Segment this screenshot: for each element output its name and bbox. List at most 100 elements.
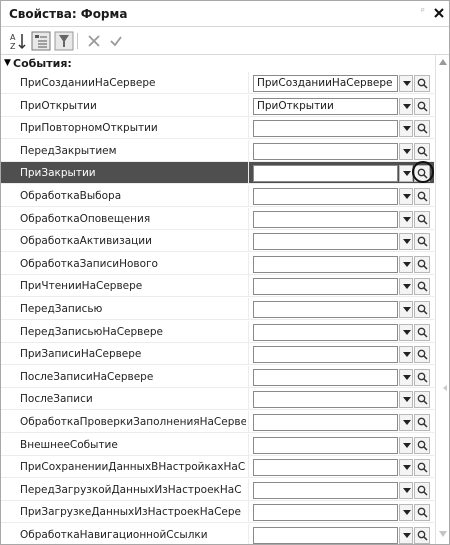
dropdown-button[interactable] [399, 143, 413, 160]
handler-input[interactable] [253, 233, 398, 250]
open-handler-button[interactable] [414, 324, 430, 341]
scroll-thumb[interactable] [438, 75, 447, 305]
property-row[interactable]: ОбработкаАктивизации [1, 230, 434, 252]
dropdown-button[interactable] [399, 188, 413, 205]
property-row[interactable]: ПриОткрытии ПриОткрытии [1, 95, 434, 117]
property-row[interactable]: ПриЗагрузкеДанныхИзНастроекНаСере [1, 501, 434, 523]
property-row[interactable]: ПослеЗаписиНаСервере [1, 366, 434, 388]
property-row[interactable]: ОбработкаВыбора [1, 185, 434, 207]
open-handler-button[interactable] [414, 211, 430, 228]
categories-icon[interactable] [30, 30, 52, 52]
handler-input[interactable]: ПриСозданииНаСервере [253, 75, 398, 92]
dropdown-button[interactable] [399, 301, 413, 318]
property-row[interactable]: ПриЧтенииНаСервере [1, 275, 434, 297]
dropdown-button[interactable] [399, 527, 413, 544]
dropdown-button[interactable] [399, 120, 413, 137]
handler-input[interactable] [253, 482, 398, 499]
open-handler-button[interactable] [414, 346, 430, 363]
dropdown-button[interactable] [399, 233, 413, 250]
handler-input[interactable]: ПриОткрытии [253, 98, 398, 115]
handler-input[interactable] [253, 324, 398, 341]
clear-icon[interactable] [83, 30, 105, 52]
property-row[interactable]: ПриЗаписиНаСервере [1, 343, 434, 365]
open-handler-button[interactable] [414, 369, 430, 386]
property-row[interactable]: ПриЗакрытии [1, 161, 434, 184]
property-row[interactable]: ПриСозданииНаСервере ПриСозданииНаСервере [1, 72, 434, 94]
dropdown-button[interactable] [399, 414, 413, 431]
open-handler-button[interactable] [414, 120, 430, 137]
dropdown-button[interactable] [399, 482, 413, 499]
handler-input[interactable] [253, 391, 398, 408]
property-row[interactable]: ПриСохраненииДанныхВНастройкахНаС [1, 456, 434, 478]
dropdown-button[interactable] [399, 75, 413, 92]
handler-input[interactable] [253, 346, 398, 363]
property-row[interactable]: ПередЗаписью [1, 298, 434, 320]
dropdown-button[interactable] [399, 459, 413, 476]
open-handler-button[interactable] [414, 414, 430, 431]
handler-input[interactable] [253, 120, 398, 137]
handler-input[interactable] [253, 256, 398, 273]
property-row[interactable]: ОбработкаЗаписиНового [1, 253, 434, 275]
vertical-scrollbar[interactable] [435, 55, 449, 544]
property-name: ОбработкаНавигационнойСсылки [20, 529, 208, 541]
collapse-arrow-icon[interactable]: ▼ [4, 58, 11, 68]
handler-input[interactable] [253, 527, 398, 544]
open-handler-button[interactable] [414, 391, 430, 408]
open-handler-button[interactable] [414, 527, 430, 544]
handler-input[interactable] [253, 437, 398, 454]
property-row[interactable]: ПередЗагрузкойДанныхИзНастроекНаС [1, 479, 434, 501]
scroll-up-arrow-icon[interactable] [439, 59, 447, 65]
handler-input[interactable] [253, 165, 398, 182]
open-handler-button[interactable] [414, 482, 430, 499]
property-row[interactable]: ВнешнееСобытие [1, 434, 434, 456]
dropdown-button[interactable] [399, 346, 413, 363]
property-row[interactable]: ОбработкаНавигационнойСсылки [1, 524, 434, 544]
handler-input[interactable] [253, 414, 398, 431]
property-row[interactable]: ПослеЗаписи [1, 388, 434, 410]
open-handler-button[interactable] [414, 233, 430, 250]
property-row[interactable]: ПередЗаписьюНаСервере [1, 321, 434, 343]
handler-input[interactable] [253, 188, 398, 205]
column-divider [248, 524, 249, 544]
dropdown-button[interactable] [399, 391, 413, 408]
dropdown-button[interactable] [399, 504, 413, 521]
property-row[interactable]: ОбработкаПроверкиЗаполненияНаСерве [1, 411, 434, 433]
dropdown-button[interactable] [399, 324, 413, 341]
events-section-header[interactable]: ▼ События: [1, 55, 434, 72]
open-handler-button[interactable] [414, 504, 430, 521]
dropdown-button[interactable] [399, 437, 413, 454]
handler-input[interactable] [253, 301, 398, 318]
open-handler-button[interactable] [414, 75, 430, 92]
open-handler-button[interactable] [414, 98, 430, 115]
handler-input[interactable] [253, 504, 398, 521]
open-handler-button[interactable] [414, 301, 430, 318]
open-handler-button[interactable] [414, 437, 430, 454]
apply-icon[interactable] [105, 30, 127, 52]
open-handler-button[interactable] [414, 459, 430, 476]
handler-input[interactable] [253, 211, 398, 228]
close-icon[interactable] [432, 6, 446, 20]
open-handler-button[interactable] [414, 143, 430, 160]
dropdown-button[interactable] [399, 278, 413, 295]
dropdown-button[interactable] [399, 98, 413, 115]
property-row[interactable]: ОбработкаОповещения [1, 208, 434, 230]
dropdown-button[interactable] [399, 211, 413, 228]
open-handler-button[interactable] [414, 256, 430, 273]
chevron-down-icon [403, 149, 411, 154]
handler-input[interactable] [253, 369, 398, 386]
property-row[interactable]: ПриПовторномОткрытии [1, 117, 434, 139]
handler-input[interactable] [253, 278, 398, 295]
dropdown-button[interactable] [399, 256, 413, 273]
sort-alphabetical-icon[interactable]: A Z [7, 30, 29, 52]
pin-icon[interactable]: ᵖ [421, 8, 429, 17]
handler-input[interactable] [253, 143, 398, 160]
open-handler-button[interactable] [414, 188, 430, 205]
handler-input[interactable] [253, 459, 398, 476]
open-handler-button[interactable] [414, 278, 430, 295]
dropdown-button[interactable] [399, 165, 413, 182]
dropdown-button[interactable] [399, 369, 413, 386]
open-handler-button[interactable] [414, 165, 430, 182]
scroll-down-arrow-icon[interactable] [439, 531, 447, 537]
filter-icon[interactable] [53, 30, 75, 52]
property-row[interactable]: ПередЗакрытием [1, 140, 434, 162]
